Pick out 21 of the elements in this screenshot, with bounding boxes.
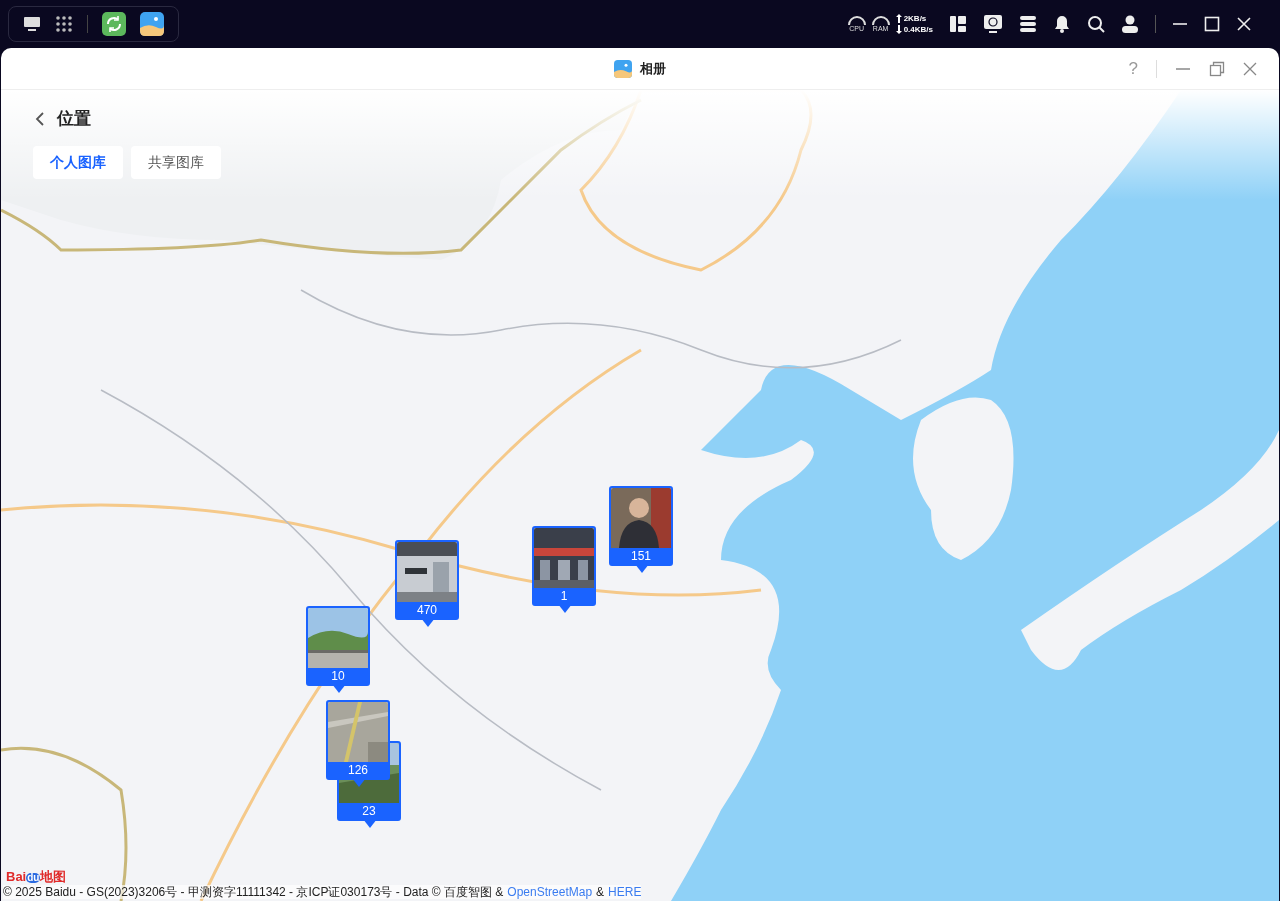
upload-speed: 2KB/s — [903, 13, 927, 24]
app-grid-icon[interactable] — [55, 15, 73, 33]
layout-icon[interactable] — [949, 15, 967, 33]
monitor-icon[interactable] — [23, 16, 41, 32]
search-icon[interactable] — [1087, 15, 1105, 33]
maximize-icon[interactable] — [1204, 16, 1220, 32]
gauge-icon — [871, 15, 890, 25]
up-arrow-icon — [895, 14, 902, 23]
restore-icon[interactable] — [1209, 60, 1225, 77]
window-title: 相册 — [640, 59, 666, 78]
server-icon[interactable] — [1019, 15, 1037, 33]
sync-app-icon[interactable] — [102, 12, 126, 36]
photos-app-icon — [614, 59, 632, 78]
download-speed: 0.4KB/s — [903, 24, 933, 35]
gauge-icon — [847, 15, 866, 25]
photos-app-icon[interactable] — [140, 12, 164, 36]
help-button[interactable]: ? — [1128, 55, 1138, 82]
globe-monitor-icon[interactable] — [983, 14, 1003, 34]
user-icon[interactable] — [1121, 15, 1139, 33]
bell-icon[interactable] — [1053, 15, 1071, 33]
down-arrow-icon — [895, 25, 902, 34]
